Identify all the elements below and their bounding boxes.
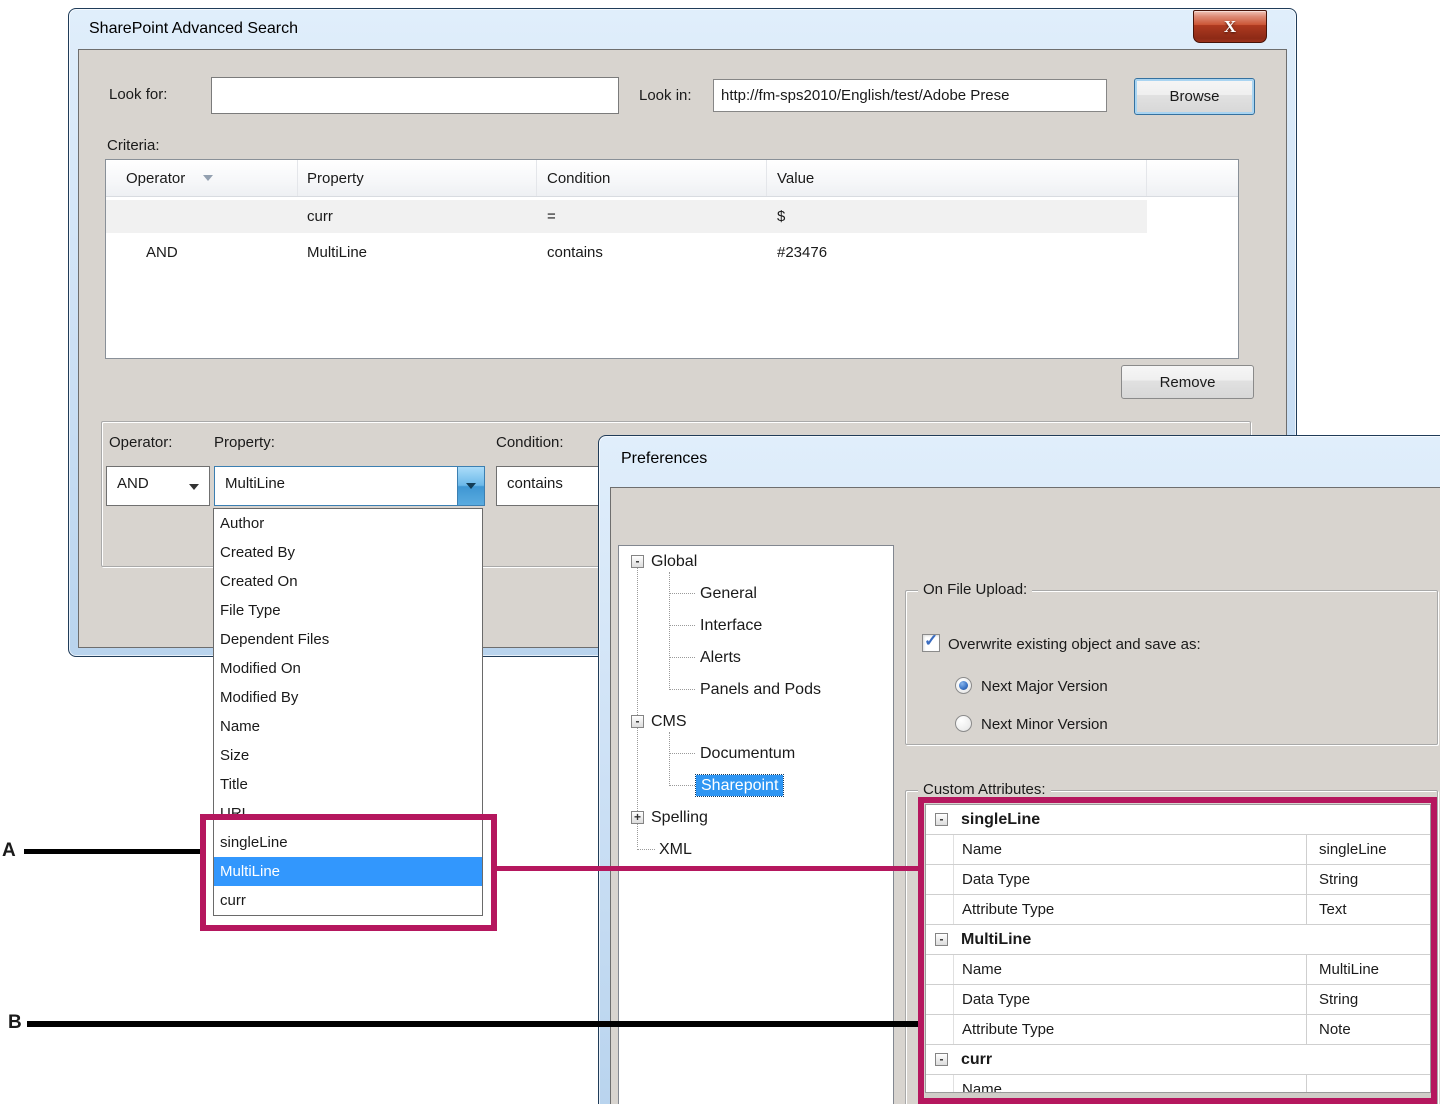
cell-value: $ <box>767 200 1147 233</box>
property-dropdown-item-created-by[interactable]: Created By <box>214 538 482 567</box>
column-header-operator[interactable]: Operator <box>106 160 298 196</box>
look-for-label: Look for: <box>109 86 167 103</box>
property-dropdown-item-title[interactable]: Title <box>214 770 482 799</box>
operator-combobox[interactable]: AND <box>106 466 210 506</box>
column-header-property[interactable]: Property <box>298 160 537 196</box>
tree-item-global[interactable]: -Global <box>631 551 697 572</box>
criteria-table-header: Operator Property Condition Value <box>106 160 1238 197</box>
column-header-value[interactable]: Value <box>767 160 1147 196</box>
cell-property: curr <box>298 200 537 233</box>
window-title-bar[interactable]: SharePoint Advanced Search <box>89 20 298 38</box>
close-button[interactable]: X <box>1193 10 1267 43</box>
radio-label: Next Major Version <box>981 678 1108 695</box>
property-combobox[interactable]: MultiLine <box>214 466 485 506</box>
collapse-icon[interactable]: - <box>631 555 644 568</box>
tree-item-sharepoint[interactable]: Sharepoint <box>696 775 783 796</box>
property-dropdown-item-dependent-files[interactable]: Dependent Files <box>214 625 482 654</box>
tree-item-documentum[interactable]: Documentum <box>700 743 795 764</box>
tree-item-interface[interactable]: Interface <box>700 615 762 636</box>
callout-a-line <box>24 849 200 854</box>
criteria-table: Operator Property Condition Value curr=$… <box>105 159 1239 359</box>
operator-editor-label: Operator: <box>109 434 172 451</box>
checkmark-icon: ✓ <box>924 631 938 651</box>
sort-descending-icon <box>203 175 213 181</box>
criteria-label: Criteria: <box>107 137 160 154</box>
criteria-row[interactable]: curr=$ <box>106 200 1238 233</box>
cell-spacer <box>1147 200 1238 233</box>
callout-b-line <box>27 1021 918 1027</box>
property-dropdown-item-size[interactable]: Size <box>214 741 482 770</box>
tree-item-cms[interactable]: -CMS <box>631 711 687 732</box>
condition-editor-label: Condition: <box>496 434 564 451</box>
radio-label: Next Minor Version <box>981 716 1108 733</box>
tree-item-xml[interactable]: XML <box>659 839 692 860</box>
tree-item-general[interactable]: General <box>700 583 757 604</box>
radio-next-minor-version[interactable] <box>955 715 972 732</box>
callout-label-a: A <box>2 840 16 862</box>
on-file-upload-group: On File Upload: ✓ Overwrite existing obj… <box>905 590 1438 745</box>
tree-item-label: Global <box>651 553 697 571</box>
window-title-bar[interactable]: Preferences <box>621 450 707 468</box>
property-dropdown-item-author[interactable]: Author <box>214 509 482 538</box>
tree-trunk-line <box>637 558 638 847</box>
tree-item-label: Alerts <box>700 649 741 667</box>
radio-next-major-version[interactable] <box>955 677 972 694</box>
tree-item-label: Panels and Pods <box>700 681 821 699</box>
custom-attributes-label: Custom Attributes: <box>918 781 1051 798</box>
callout-a-box <box>200 814 497 931</box>
property-dropdown-item-name[interactable]: Name <box>214 712 482 741</box>
screen: SharePoint Advanced Search X Look for: L… <box>0 0 1440 1104</box>
tree-branch-line <box>669 572 670 690</box>
close-icon: X <box>1224 17 1236 37</box>
tree-item-panels-and-pods[interactable]: Panels and Pods <box>700 679 821 700</box>
tree-item-spelling[interactable]: + Spelling <box>631 807 708 828</box>
chevron-down-icon <box>466 483 476 489</box>
radio-dot-icon <box>959 681 968 690</box>
cell-condition: contains <box>537 236 767 269</box>
collapse-icon[interactable]: - <box>631 715 644 728</box>
browse-button[interactable]: Browse <box>1134 78 1255 115</box>
cell-condition: = <box>537 200 767 233</box>
tree-item-label: CMS <box>651 713 687 731</box>
overwrite-checkbox-label: Overwrite existing object and save as: <box>948 636 1201 653</box>
property-dropdown-item-file-type[interactable]: File Type <box>214 596 482 625</box>
look-for-input[interactable] <box>211 77 619 114</box>
property-dropdown-item-created-on[interactable]: Created On <box>214 567 482 596</box>
property-editor-label: Property: <box>214 434 275 451</box>
dropdown-button[interactable] <box>457 467 484 505</box>
criteria-row[interactable]: ANDMultiLinecontains#23476 <box>106 236 1238 269</box>
callout-label-b: B <box>8 1012 22 1034</box>
criteria-rows: curr=$ANDMultiLinecontains#23476 <box>106 200 1238 269</box>
chevron-down-icon <box>189 484 199 490</box>
look-in-label: Look in: <box>639 87 692 104</box>
expand-icon[interactable]: + <box>631 811 644 824</box>
cell-spacer <box>1147 236 1238 269</box>
cell-property: MultiLine <box>298 236 537 269</box>
on-file-upload-label: On File Upload: <box>918 581 1032 598</box>
tree-item-label: Sharepoint <box>701 777 778 795</box>
tree-item-label: XML <box>659 841 692 859</box>
tree-item-label: Documentum <box>700 745 795 763</box>
cell-operator: AND <box>106 236 298 269</box>
column-header-spacer <box>1147 160 1238 196</box>
callout-b-box <box>918 797 1437 1104</box>
cell-value: #23476 <box>767 236 1147 269</box>
tree-item-label: Interface <box>700 617 762 635</box>
tree-item-label: General <box>700 585 757 603</box>
callout-connector-line <box>497 866 918 871</box>
remove-button[interactable]: Remove <box>1121 365 1254 399</box>
look-in-field[interactable]: http://fm-sps2010/English/test/Adobe Pre… <box>713 79 1107 112</box>
property-dropdown-item-modified-on[interactable]: Modified On <box>214 654 482 683</box>
tree-branch-line <box>669 732 670 786</box>
column-header-condition[interactable]: Condition <box>537 160 767 196</box>
tree-item-label: Spelling <box>651 809 708 827</box>
overwrite-checkbox[interactable]: ✓ <box>922 634 940 652</box>
tree-item-alerts[interactable]: Alerts <box>700 647 741 668</box>
property-dropdown-item-modified-by[interactable]: Modified By <box>214 683 482 712</box>
cell-operator <box>106 200 298 233</box>
